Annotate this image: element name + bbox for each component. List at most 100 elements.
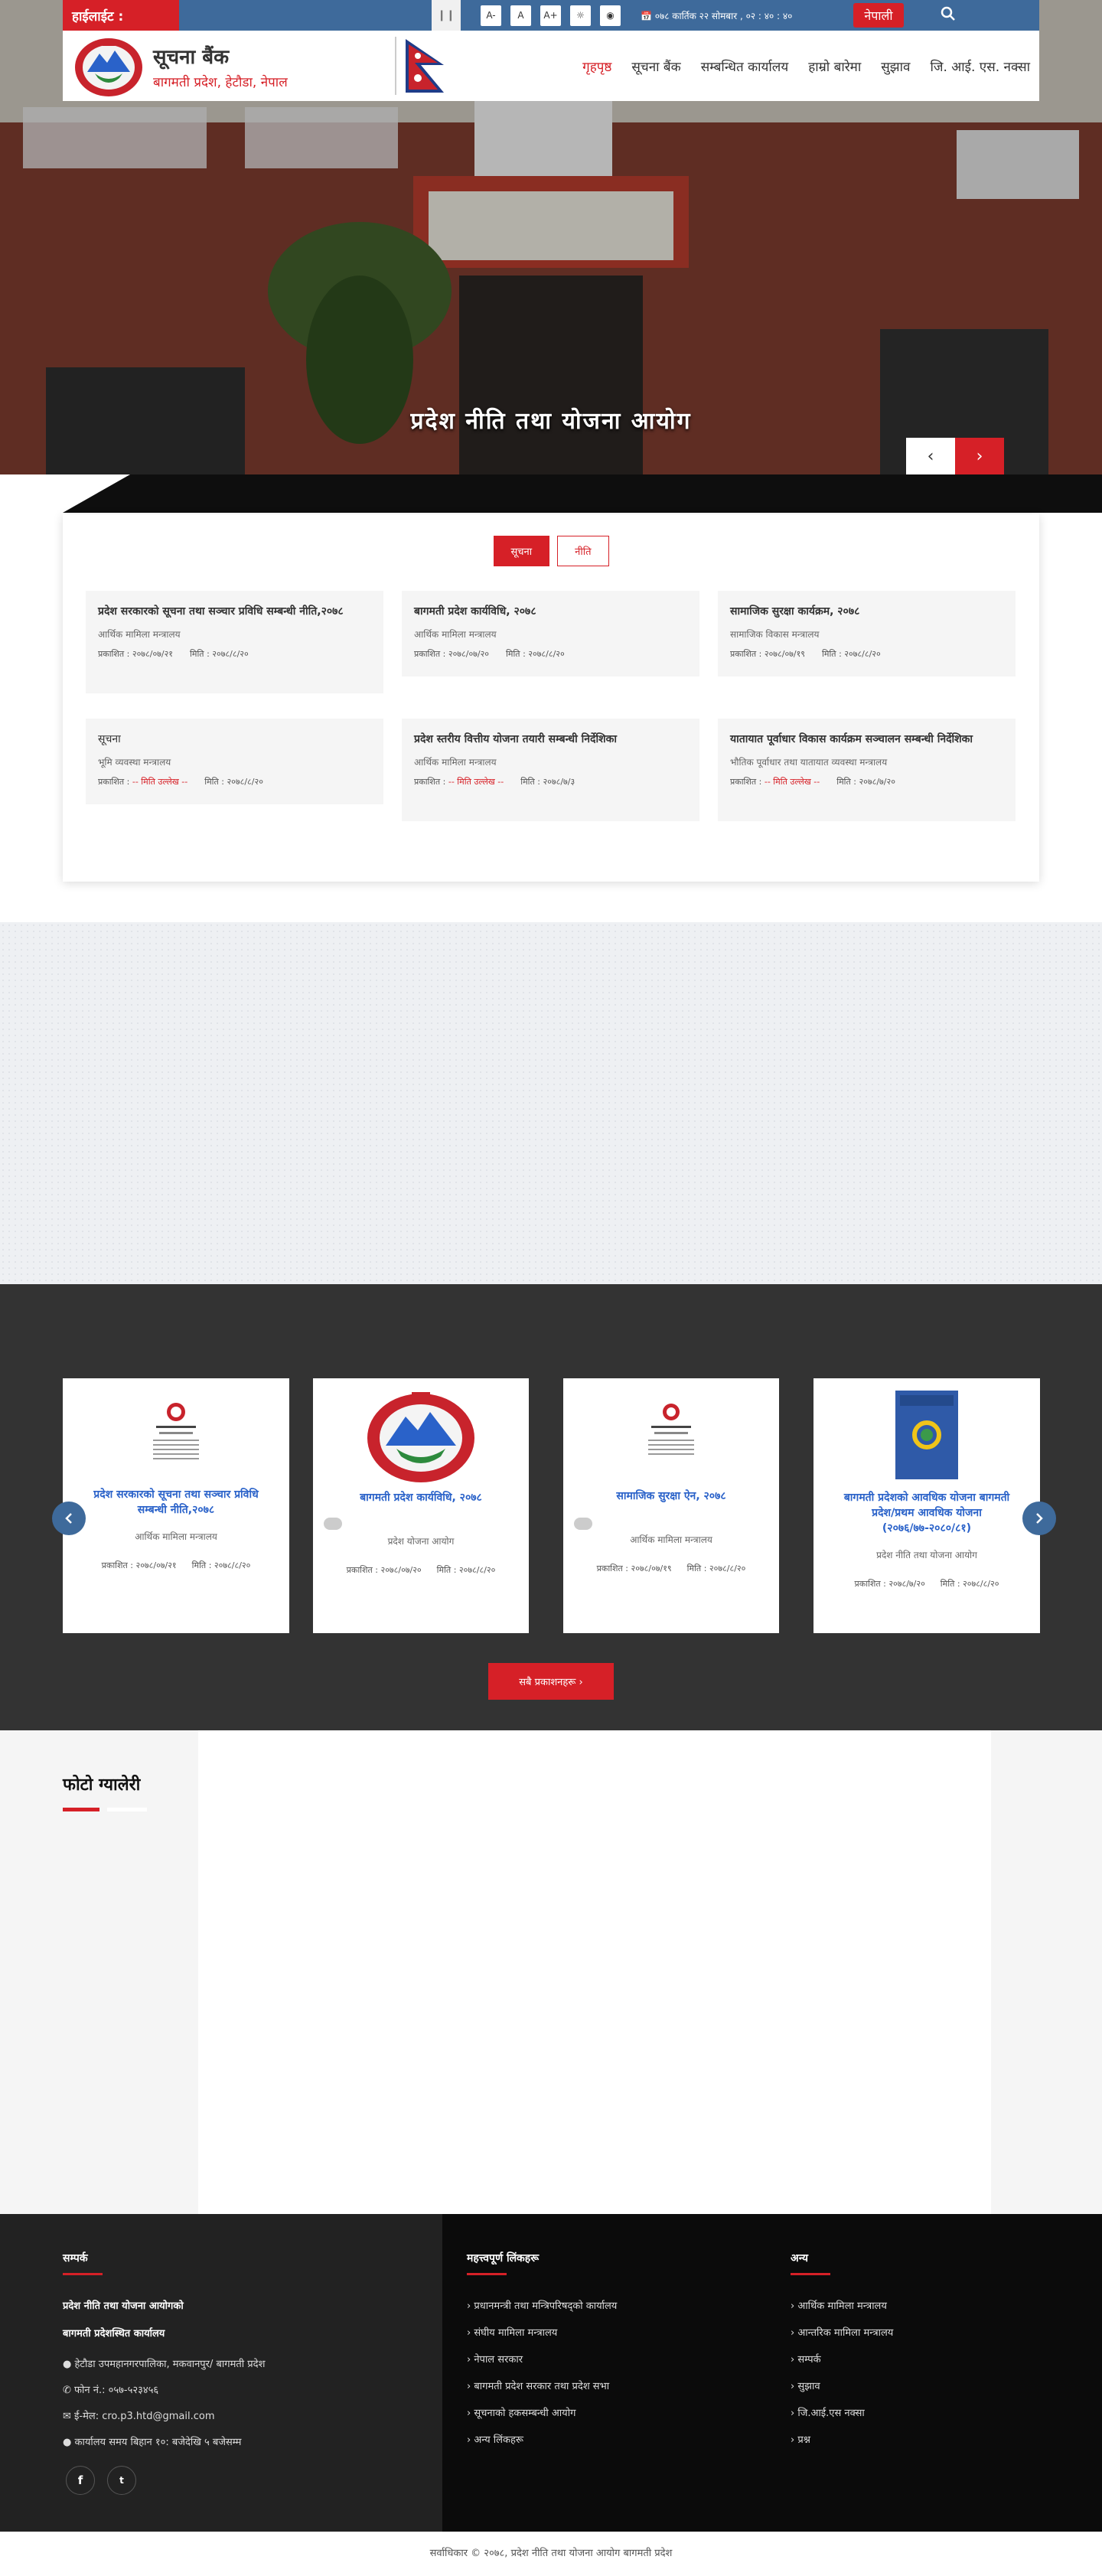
footer-other-text[interactable]: सम्पर्क xyxy=(797,2354,820,2366)
footer-email[interactable]: ✉ ई-मेल: cro.p3.htd@gmail.com xyxy=(63,2409,215,2424)
notice-office: सामाजिक विकास मन्त्रालय xyxy=(730,629,820,640)
light-mode-button[interactable]: ☼ xyxy=(570,5,591,26)
notice-dates: प्रकाशित : -- मिति उल्लेख -- मिति : २०७८/… xyxy=(98,776,371,787)
footer-email-text[interactable]: ई-मेल: cro.p3.htd@gmail.com xyxy=(74,2411,214,2422)
footer-link[interactable]: › अन्य लिंकहरू xyxy=(467,2433,523,2448)
notice-title[interactable]: प्रदेश सरकारको सूचना तथा सञ्चार प्रविधि … xyxy=(98,603,371,620)
footer-other-link[interactable]: › आर्थिक मामिला मन्त्रालय xyxy=(791,2299,887,2314)
notice-title[interactable]: यातायात पूर्वाधार विकास कार्यक्रम सञ्चाल… xyxy=(730,731,1003,748)
publication-title[interactable]: बागमती प्रदेशको आवधिक योजना बागमती प्रदे… xyxy=(832,1490,1022,1536)
footer-contact-title: सम्पर्क xyxy=(63,2252,88,2265)
notice-card[interactable]: प्रदेश सरकारको सूचना तथा सञ्चार प्रविधि … xyxy=(86,591,383,693)
footer-link-text[interactable]: नेपाल सरकार xyxy=(474,2354,523,2366)
footer-link-text[interactable]: संघीय मामिला मन्त्रालय xyxy=(474,2327,557,2339)
attachment-icon[interactable] xyxy=(574,1518,592,1530)
font-decrease-button[interactable]: A- xyxy=(481,5,501,26)
contrast-mode-button[interactable]: ◉ xyxy=(600,5,621,26)
footer-link-text[interactable]: बागमती प्रदेश सरकार तथा प्रदेश सभा xyxy=(474,2381,609,2392)
nav-home[interactable]: गृहपृष्ठ xyxy=(582,57,611,75)
footer-link[interactable]: › सूचनाको हकसम्बन्धी आयोग xyxy=(467,2406,575,2421)
gallery-area xyxy=(198,1730,991,2214)
notice-card[interactable]: सूचना भूमि व्यवस्था मन्त्रालय प्रकाशित :… xyxy=(86,719,383,804)
publication-card[interactable]: बागमती प्रदेशको आवधिक योजना बागमती प्रदे… xyxy=(813,1378,1040,1633)
notice-title[interactable]: प्रदेश स्तरीय वित्तीय योजना तयारी सम्बन्… xyxy=(414,731,687,748)
notice-title[interactable]: सामाजिक सुरक्षा कार्यक्रम, २०७८ xyxy=(730,603,1003,620)
government-emblem-thumbnail xyxy=(367,1392,474,1482)
notice-tabs: सूचना नीति xyxy=(63,536,1039,566)
publication-office: आर्थिक मामिला मन्त्रालय xyxy=(630,1534,712,1545)
language-button[interactable]: नेपाली xyxy=(853,3,904,28)
notice-card[interactable]: बागमती प्रदेश कार्यविधि, २०७८ आर्थिक माम… xyxy=(402,591,699,677)
carousel-prev-button[interactable] xyxy=(52,1502,86,1535)
notice-dates: प्रकाशित : २०७८/०७/२१ मिति : २०७८/८/२० xyxy=(98,648,371,660)
footer-link[interactable]: › संघीय मामिला मन्त्रालय xyxy=(467,2326,557,2341)
notice-office: भूमि व्यवस्था मन्त्रालय xyxy=(98,757,171,768)
publication-title[interactable]: सामाजिक सुरक्षा ऐन, २०७८ xyxy=(582,1489,761,1504)
notice-published: प्रकाशित : -- मिति उल्लेख -- xyxy=(98,776,187,787)
footer-links-title: महत्त्वपूर्ण लिंकहरू xyxy=(467,2252,540,2265)
hero-prev-button[interactable]: ‹ xyxy=(906,438,955,474)
nav-information-bank[interactable]: सूचना बैंक xyxy=(631,57,680,75)
notice-card[interactable]: प्रदेश स्तरीय वित्तीय योजना तयारी सम्बन्… xyxy=(402,719,699,821)
search-icon[interactable] xyxy=(941,6,956,25)
attachment-icon[interactable] xyxy=(324,1518,342,1530)
site-title: सूचना बैंक xyxy=(153,45,230,69)
tab-policies[interactable]: नीति xyxy=(557,536,609,566)
notice-card[interactable]: यातायात पूर्वाधार विकास कार्यक्रम सञ्चाल… xyxy=(718,719,1016,821)
footer-other-text[interactable]: आन्तरिक मामिला मन्त्रालय xyxy=(797,2327,893,2339)
nav-suggestion[interactable]: सुझाव xyxy=(881,57,910,75)
footer-other-text[interactable]: आर्थिक मामिला मन्त्रालय xyxy=(797,2300,887,2312)
pattern-section xyxy=(0,922,1102,1284)
footer-link-text[interactable]: अन्य लिंकहरू xyxy=(474,2434,523,2446)
hero-controls: ‹ › xyxy=(906,438,1004,474)
tab-notices[interactable]: सूचना xyxy=(493,536,550,566)
footer-other-text[interactable]: प्रश्न xyxy=(797,2434,810,2446)
notice-office: आर्थिक मामिला मन्त्रालय xyxy=(98,629,181,640)
notice-published: प्रकाशित : २०७८/०७/२१ xyxy=(98,649,174,659)
notice-published-value: -- मिति उल्लेख -- xyxy=(132,777,188,787)
brand: सूचना बैंक बागमती प्रदेश, हेटौडा, नेपाल xyxy=(153,42,288,90)
footer-link[interactable]: › बागमती प्रदेश सरकार तथा प्रदेश सभा xyxy=(467,2379,609,2395)
notice-title[interactable]: सूचना xyxy=(98,731,371,748)
twitter-icon[interactable]: t xyxy=(107,2466,136,2495)
publication-card[interactable]: बागमती प्रदेश कार्यविधि, २०७८ प्रदेश योज… xyxy=(313,1378,529,1633)
footer-other-text[interactable]: सुझाव xyxy=(797,2381,820,2392)
footer-location-text: कार्यालय समय बिहान १०: बजेदेखि ५ बजेसम्म xyxy=(74,2437,242,2448)
all-publications-button[interactable]: सबै प्रकाशनहरू › xyxy=(488,1663,614,1700)
nav-about-us[interactable]: हाम्रो बारेमा xyxy=(808,57,861,75)
footer-other-link[interactable]: › जि.आई.एस नक्सा xyxy=(791,2406,865,2421)
publication-card[interactable]: प्रदेश सरकारको सूचना तथा सञ्चार प्रविधि … xyxy=(63,1378,289,1633)
nav-gis-map[interactable]: जि. आई. एस. नक्सा xyxy=(930,57,1030,75)
footer-link-text[interactable]: प्रधानमन्त्री तथा मन्त्रिपरिषद्को कार्या… xyxy=(474,2300,617,2312)
footer-other-link[interactable]: › आन्तरिक मामिला मन्त्रालय xyxy=(791,2326,893,2341)
ticker-pause-button[interactable]: ❙❙ xyxy=(432,0,461,31)
footer-title-underline xyxy=(791,2273,830,2275)
publication-date: मिति : २०७८/८/२० xyxy=(940,1579,999,1589)
site-subtitle: बागमती प्रदेश, हेटौडा, नेपाल xyxy=(153,74,288,90)
footer-other-link[interactable]: › सम्पर्क xyxy=(791,2353,821,2368)
government-emblem-logo[interactable] xyxy=(72,34,145,98)
notice-published-label: प्रकाशित : xyxy=(414,777,448,787)
hero-next-button[interactable]: › xyxy=(955,438,1004,474)
publication-published: प्रकाशित : २०७८/०७/१९ xyxy=(596,1564,672,1573)
font-increase-button[interactable]: A+ xyxy=(540,5,561,26)
publication-title[interactable]: प्रदेश सरकारको सूचना तथा सञ्चार प्रविधि … xyxy=(81,1487,271,1518)
notice-card[interactable]: सामाजिक सुरक्षा कार्यक्रम, २०७८ सामाजिक … xyxy=(718,591,1016,677)
current-date: 📅 ०७८ कार्तिक २२ सोमबार , ०२ : ४० : ४० xyxy=(641,10,793,21)
footer-other-link[interactable]: › प्रश्न xyxy=(791,2433,810,2448)
footer-other-link[interactable]: › सुझाव xyxy=(791,2379,820,2395)
footer-link[interactable]: › नेपाल सरकार xyxy=(467,2353,523,2368)
footer-link[interactable]: › प्रधानमन्त्री तथा मन्त्रिपरिषद्को कार्… xyxy=(467,2299,617,2314)
publication-title[interactable]: बागमती प्रदेश कार्यविधि, २०७८ xyxy=(331,1490,510,1505)
publication-dates: प्रकाशित : २०७८/०७/२० मिति : २०७८/८/२० xyxy=(313,1564,529,1576)
font-reset-button[interactable]: A xyxy=(510,5,531,26)
carousel-next-button[interactable] xyxy=(1022,1502,1056,1535)
nav-related-offices[interactable]: सम्बन्धित कार्यालय xyxy=(701,57,789,75)
footer-other-text[interactable]: जि.आई.एस नक्सा xyxy=(797,2408,864,2419)
site-header: सूचना बैंक बागमती प्रदेश, हेटौडा, नेपाल … xyxy=(63,31,1039,101)
publication-date: मिति : २०७८/८/२० xyxy=(686,1564,746,1573)
footer-link-text[interactable]: सूचनाको हकसम्बन्धी आयोग xyxy=(474,2408,575,2419)
notice-title[interactable]: बागमती प्रदेश कार्यविधि, २०७८ xyxy=(414,603,687,620)
publication-card[interactable]: सामाजिक सुरक्षा ऐन, २०७८ आर्थिक मामिला म… xyxy=(563,1378,779,1633)
facebook-icon[interactable]: f xyxy=(66,2466,95,2495)
